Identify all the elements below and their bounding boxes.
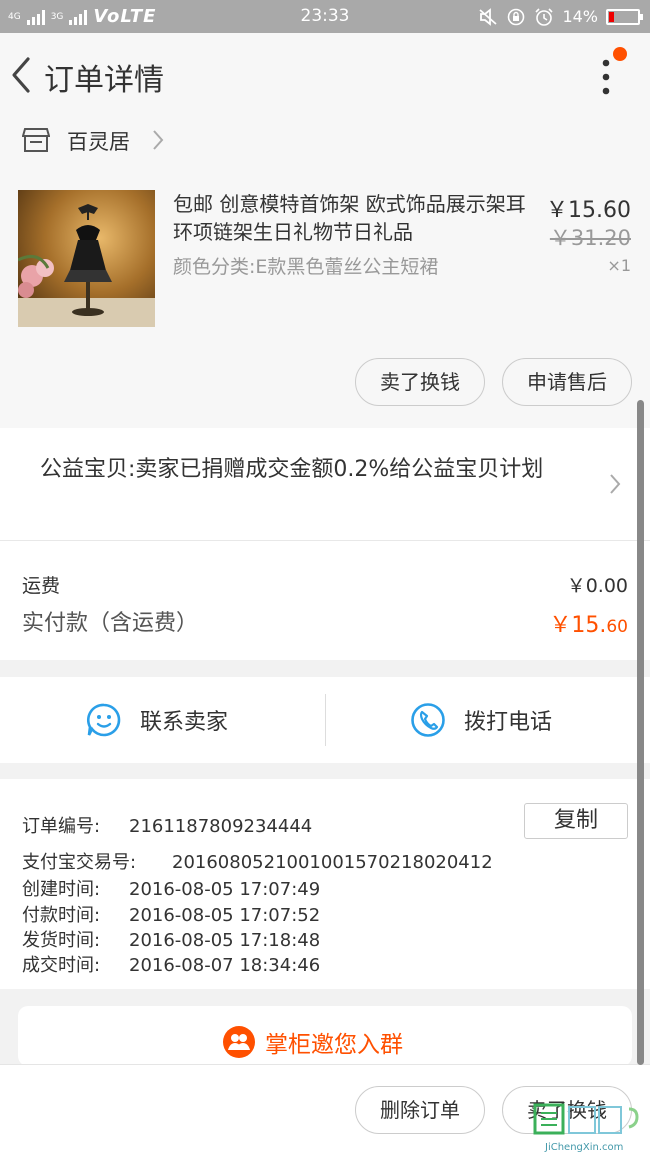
product-original-price: ￥31.20 [549,226,631,250]
order-number-row: 订单编号: 2161187809234444 [22,812,312,838]
paid-time-label: 付款时间: [22,905,101,926]
status-right: 14% [478,0,643,33]
paid-amount-label: 实付款（含运费） [22,611,199,636]
delete-order-button[interactable]: 删除订单 [355,1086,485,1134]
join-group-card[interactable]: 掌柜邀您入群 [18,1006,632,1066]
join-group-label: 掌柜邀您入群 [265,1032,403,1058]
done-label: 成交时间: [22,955,101,976]
phone-icon [411,703,445,737]
alarm-icon [535,7,554,26]
product-sku: 颜色分类:E款黑色蕾丝公主短裙 [173,256,439,278]
page-title: 订单详情 [44,63,164,98]
chevron-right-icon [610,474,621,494]
created-value: 2016-08-05 17:07:49 [129,879,321,900]
product-price: ￥15.60 [546,198,631,223]
contact-seller-label: 联系卖家 [140,710,229,735]
created-row: 创建时间: 2016-08-05 17:07:49 [22,875,320,901]
paid-time-row: 付款时间: 2016-08-05 17:07:52 [22,901,320,927]
shop-row[interactable]: 百灵居 [0,118,650,178]
chevron-right-icon [153,130,164,150]
divider [325,694,326,746]
paid-amount-main: ￥15. [549,613,607,638]
alipay-row: 支付宝交易号: 2016080521001001570218020412 [22,848,493,874]
order-info: 订单编号: 2161187809234444 复制 支付宝交易号: 20160805… [0,779,650,989]
created-label: 创建时间: [22,879,101,900]
mute-icon [479,7,498,26]
contact-seller-button[interactable]: 联系卖家 [86,677,228,763]
paid-amount-value: ￥15.60 [549,607,628,639]
product-image[interactable] [18,190,155,327]
paid-time-value: 2016-08-05 17:07:52 [129,905,321,926]
shipped-row: 发货时间: 2016-08-05 17:18:48 [22,926,320,952]
paid-amount-decimal: 60 [606,617,628,637]
group-icon [223,1026,255,1058]
shipping-fee-value: ￥0.00 [566,575,628,597]
shop-icon [22,128,50,152]
copy-button[interactable]: 复制 [524,803,628,839]
rotation-lock-icon [508,8,525,25]
charity-text: 公益宝贝:卖家已捐赠成交金额0.2%给公益宝贝计划 [40,457,544,482]
more-options-icon[interactable] [596,55,616,101]
scrollbar[interactable] [637,400,644,1065]
after-sale-button[interactable]: 申请售后 [502,358,632,406]
back-arrow-icon[interactable] [6,55,36,95]
shop-name: 百灵居 [67,130,130,154]
product-card[interactable]: 包邮 创意模特首饰架 欧式饰品展示架耳环项链架生日礼物节日礼品 颜色分类:E款黑… [0,178,650,428]
product-quantity: ×1 [607,256,631,275]
fee-summary: 运费 ￥0.00 实付款（含运费） ￥15.60 [0,541,650,660]
chat-bubble-icon [86,703,121,737]
nav-bar: 订单详情 [0,33,650,118]
notification-dot [613,47,627,61]
sell-item-button[interactable]: 卖了换钱 [355,358,485,406]
order-detail-page: 4G 3G VoLTE 23:33 14% 订单详情 百灵居 包邮 创意模特首饰… [0,0,650,1155]
done-row: 成交时间: 2016-08-07 18:34:46 [22,951,320,977]
join-group-content: 掌柜邀您入群 [223,1025,403,1059]
contact-bar: 联系卖家 拨打电话 [0,677,650,763]
shipped-value: 2016-08-05 17:18:48 [129,930,321,951]
battery-percent: 14% [562,7,598,26]
order-number-label: 订单编号: [22,816,101,837]
watermark-text: JiChengXin.com [545,1142,624,1153]
status-bar: 4G 3G VoLTE 23:33 14% [0,0,650,33]
done-value: 2016-08-07 18:34:46 [129,955,321,976]
call-label: 拨打电话 [464,710,553,735]
alipay-value: 2016080521001001570218020412 [172,852,493,873]
product-title: 包邮 创意模特首饰架 欧式饰品展示架耳环项链架生日礼物节日礼品 [173,192,526,244]
charity-row[interactable]: 公益宝贝:卖家已捐赠成交金额0.2%给公益宝贝计划 [0,428,650,541]
call-button[interactable]: 拨打电话 [410,677,552,763]
alipay-label: 支付宝交易号: [22,852,137,873]
shipping-fee-label: 运费 [22,575,61,597]
order-number-value: 2161187809234444 [129,816,313,837]
shipped-label: 发货时间: [22,930,101,951]
battery-icon [606,8,643,25]
